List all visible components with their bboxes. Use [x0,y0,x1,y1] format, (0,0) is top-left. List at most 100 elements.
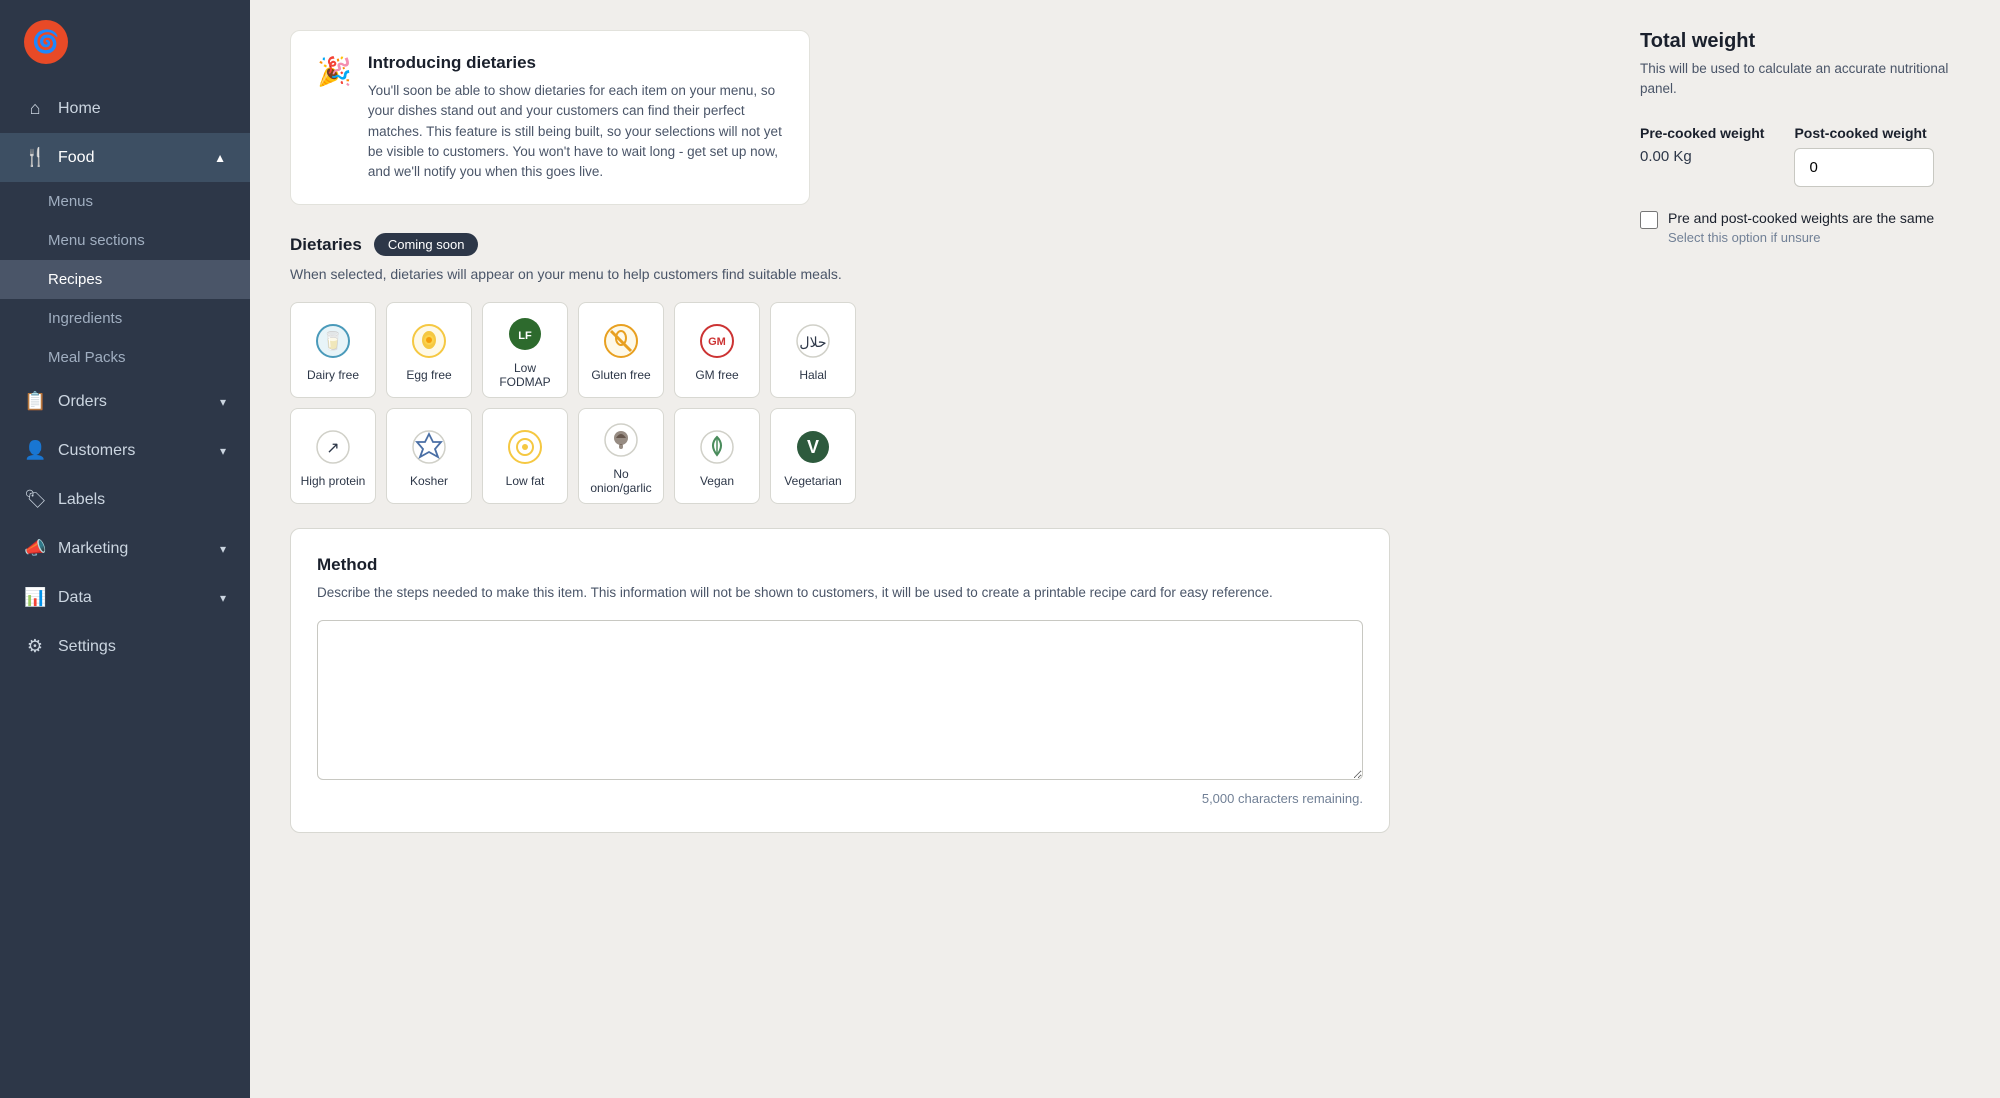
total-weight-title: Total weight [1640,30,1960,53]
gm-free-icon: GM [699,323,735,359]
method-textarea[interactable] [317,620,1363,780]
recipes-label: Recipes [48,271,102,288]
halal-label: Halal [799,368,826,382]
sidebar-item-ingredients[interactable]: Ingredients [0,299,250,338]
right-panel: Total weight This will be used to calcul… [1620,0,2000,1098]
dietary-vegan[interactable]: Vegan [674,408,760,504]
dairy-free-label: Dairy free [307,368,359,382]
orders-icon: 📋 [24,391,46,412]
sidebar-item-food[interactable]: 🍴 Food ▲ [0,133,250,182]
low-fat-icon [507,429,543,465]
dietary-low-fat[interactable]: Low fat [482,408,568,504]
ingredients-label: Ingredients [48,310,122,327]
sidebar-item-labels[interactable]: 🏷 Labels [0,475,250,524]
dietary-high-protein[interactable]: ↗ High protein [290,408,376,504]
sidebar-item-settings-label: Settings [58,638,116,656]
sidebar-item-menus[interactable]: Menus [0,182,250,221]
banner-title: Introducing dietaries [368,53,783,73]
marketing-icon: 📣 [24,538,46,559]
svg-text:V: V [807,437,819,457]
meal-packs-label: Meal Packs [48,349,126,366]
banner-icon: 🎉 [317,55,352,182]
low-fat-icon-wrap [506,428,544,466]
sidebar-item-data-label: Data [58,589,92,607]
sidebar-item-marketing[interactable]: 📣 Marketing ▾ [0,524,250,573]
customers-icon: 👤 [24,440,46,461]
egg-free-icon-wrap [410,322,448,360]
weight-inputs-row: Pre-cooked weight 0.00 Kg Post-cooked we… [1640,124,1960,187]
coming-soon-badge: Coming soon [374,233,479,256]
sidebar-item-customers-label: Customers [58,442,135,460]
same-weight-checkbox[interactable] [1640,211,1658,229]
kosher-label: Kosher [410,474,448,488]
dairy-free-icon-wrap: 🥛 [314,322,352,360]
sidebar-item-recipes[interactable]: Recipes [0,260,250,299]
dietary-dairy-free[interactable]: 🥛 Dairy free [290,302,376,398]
food-icon: 🍴 [24,147,46,168]
sidebar-item-orders-label: Orders [58,393,107,411]
high-protein-icon-wrap: ↗ [314,428,352,466]
sidebar-item-labels-label: Labels [58,491,105,509]
vegan-label: Vegan [700,474,734,488]
dietary-vegetarian[interactable]: V Vegetarian [770,408,856,504]
dietary-gm-free[interactable]: GM GM free [674,302,760,398]
app-logo: 🌀 [24,20,68,64]
dietary-gluten-free[interactable]: Gluten free [578,302,664,398]
total-weight-desc: This will be used to calculate an accura… [1640,59,1960,100]
sidebar-item-marketing-label: Marketing [58,540,128,558]
svg-text:حلال: حلال [799,334,826,350]
char-count: 5,000 characters remaining. [317,791,1363,806]
high-protein-icon: ↗ [315,429,351,465]
no-onion-garlic-icon [603,422,639,458]
no-onion-garlic-icon-wrap [602,421,640,459]
vegan-icon-wrap [698,428,736,466]
egg-free-label: Egg free [406,368,451,382]
fodmap-icon: LF [507,316,543,352]
high-protein-label: High protein [301,474,366,488]
svg-text:↗: ↗ [326,440,339,457]
sidebar: 🌀 ⌂ Home 🍴 Food ▲ Menus Menu sections Re… [0,0,250,1098]
low-fodmap-label: Low FODMAP [491,361,559,389]
sidebar-item-home-label: Home [58,100,101,118]
logo-area: 🌀 [0,0,250,84]
gluten-free-icon [603,323,639,359]
low-fat-label: Low fat [506,474,545,488]
no-onion-garlic-label: No onion/garlic [587,467,655,495]
method-description: Describe the steps needed to make this i… [317,583,1363,603]
dietary-halal[interactable]: حلال Halal [770,302,856,398]
orders-chevron-icon: ▾ [220,395,226,409]
menu-sections-label: Menu sections [48,232,145,249]
sidebar-item-customers[interactable]: 👤 Customers ▾ [0,426,250,475]
sidebar-item-orders[interactable]: 📋 Orders ▾ [0,377,250,426]
food-chevron-icon: ▲ [214,151,226,165]
vegetarian-icon-wrap: V [794,428,832,466]
dietary-low-fodmap[interactable]: LF Low FODMAP [482,302,568,398]
intro-banner: 🎉 Introducing dietaries You'll soon be a… [290,30,810,205]
dietaries-header: Dietaries Coming soon [290,233,1580,256]
post-cooked-input[interactable] [1794,148,1934,187]
kosher-icon-wrap [410,428,448,466]
svg-text:🥛: 🥛 [322,330,344,351]
dietary-egg-free[interactable]: Egg free [386,302,472,398]
svg-text:LF: LF [518,330,532,342]
method-title: Method [317,555,1363,575]
marketing-chevron-icon: ▾ [220,542,226,556]
gm-free-label: GM free [695,368,738,382]
sidebar-item-settings[interactable]: ⚙ Settings [0,622,250,671]
pre-cooked-col: Pre-cooked weight 0.00 Kg [1640,124,1764,187]
sidebar-item-data[interactable]: 📊 Data ▾ [0,573,250,622]
pre-cooked-value: 0.00 Kg [1640,148,1764,165]
sidebar-item-meal-packs[interactable]: Meal Packs [0,338,250,377]
home-icon: ⌂ [24,98,46,119]
sidebar-item-home[interactable]: ⌂ Home [0,84,250,133]
dietary-grid-row2: ↗ High protein Kosher [290,408,1580,504]
dietary-kosher[interactable]: Kosher [386,408,472,504]
dietary-grid-row1: 🥛 Dairy free Egg free [290,302,1580,398]
banner-text-area: Introducing dietaries You'll soon be abl… [368,53,783,182]
same-weight-label[interactable]: Pre and post-cooked weights are the same [1668,210,1934,226]
same-weight-text: Pre and post-cooked weights are the same… [1668,209,1934,246]
sidebar-item-menu-sections[interactable]: Menu sections [0,221,250,260]
dietary-no-onion-garlic[interactable]: No onion/garlic [578,408,664,504]
settings-icon: ⚙ [24,636,46,657]
customers-chevron-icon: ▾ [220,444,226,458]
